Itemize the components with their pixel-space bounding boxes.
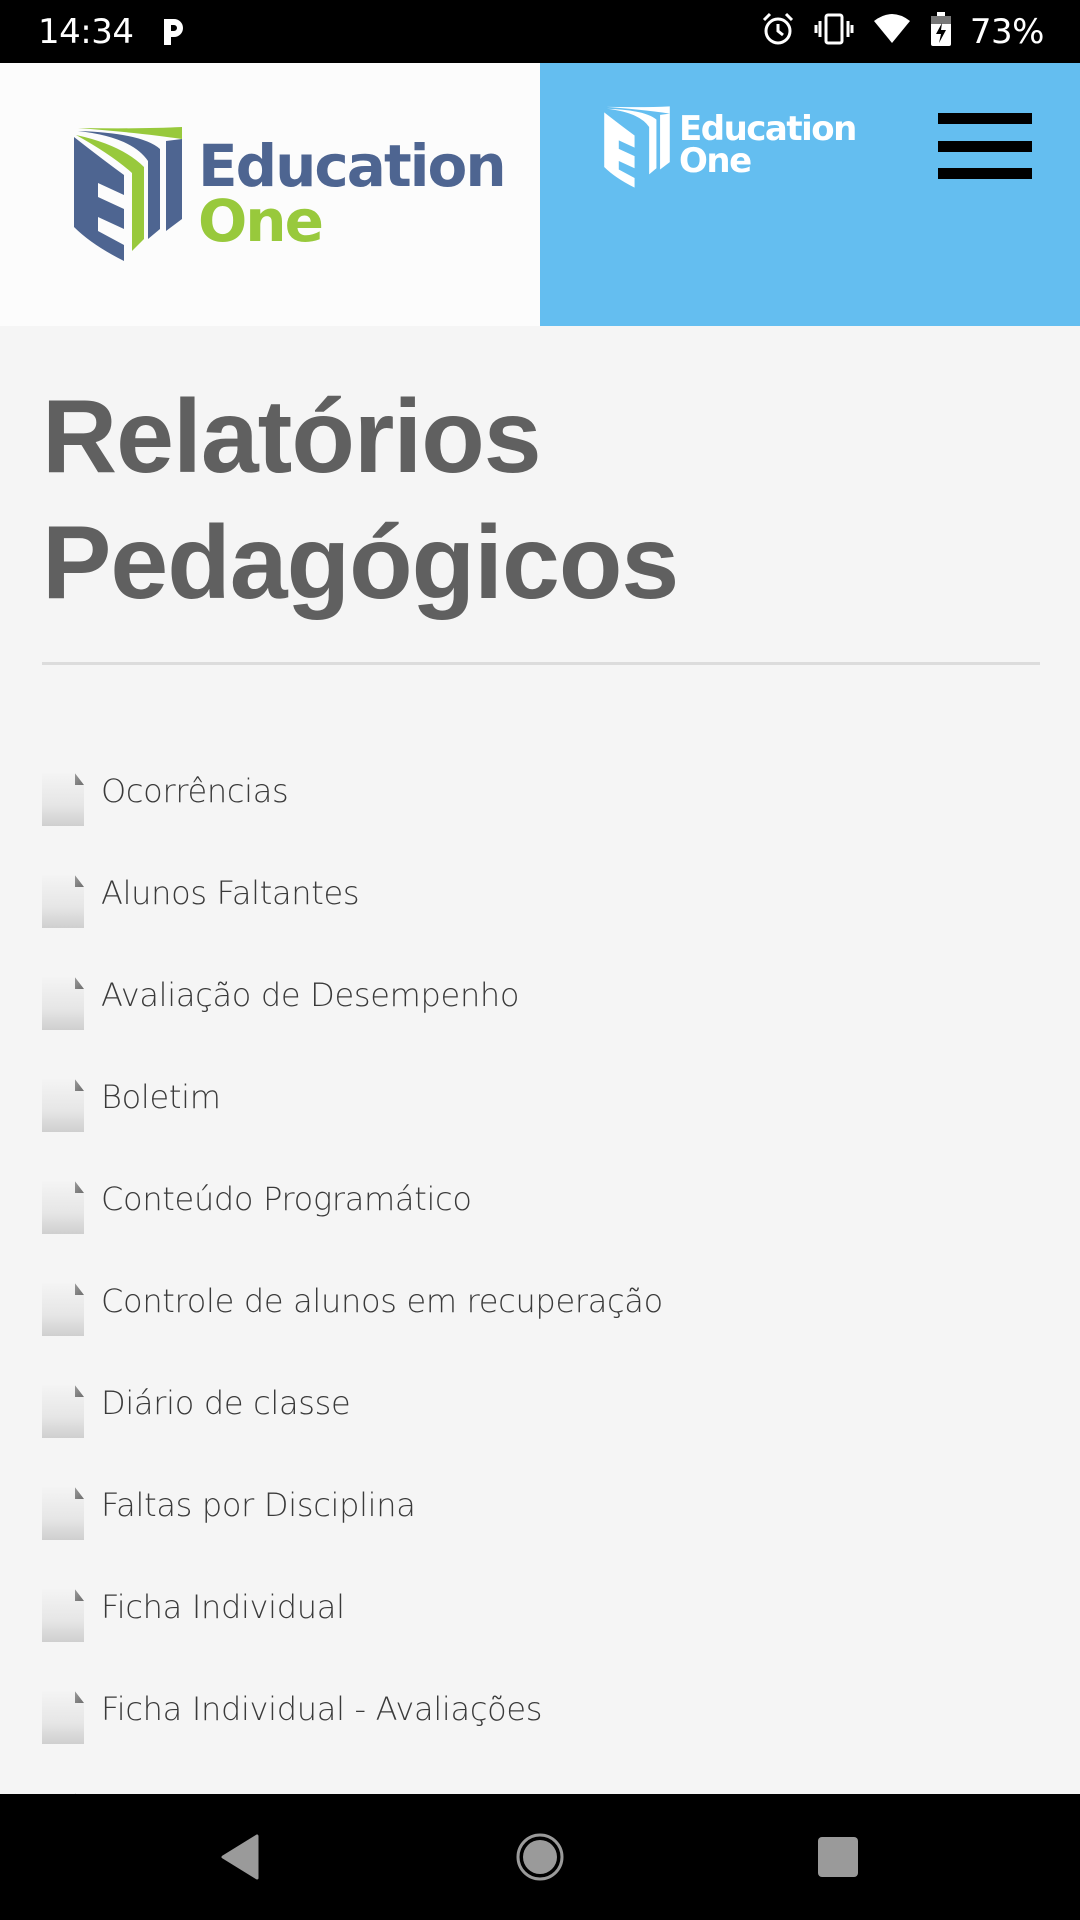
- home-icon[interactable]: [480, 1794, 600, 1920]
- header-logo-panel: Education One: [0, 63, 540, 326]
- main-content: Relatórios Pedagógicos Ocorrências Aluno…: [42, 326, 1040, 1895]
- report-label: Ocorrências: [101, 772, 289, 810]
- shield-book-logo-icon: [603, 105, 671, 194]
- logo-text-line2: One: [679, 141, 752, 182]
- header-menu-panel: Education One: [540, 63, 1080, 326]
- report-item-conteudo-programatico[interactable]: Conteúdo Programático: [42, 1180, 1040, 1283]
- logo-text-line2: One: [198, 187, 324, 256]
- site-header: Education One Education One: [0, 63, 1080, 326]
- education-one-logo[interactable]: Education One: [72, 127, 507, 266]
- hamburger-menu-icon[interactable]: [938, 113, 1032, 179]
- alarm-icon: [760, 11, 796, 52]
- parking-p-icon: [161, 17, 185, 47]
- report-label: Controle de alunos em recuperação: [101, 1282, 663, 1320]
- report-label: Alunos Faltantes: [101, 874, 360, 912]
- page-title-line2: Pedagógicos: [42, 505, 679, 621]
- education-one-logo-white[interactable]: Education One: [603, 105, 857, 194]
- recents-icon[interactable]: [778, 1794, 898, 1920]
- battery-percent: 73%: [969, 11, 1045, 52]
- document-icon: [42, 1385, 84, 1438]
- back-icon[interactable]: [180, 1794, 300, 1920]
- report-item-avaliacao-desempenho[interactable]: Avaliação de Desempenho: [42, 976, 1040, 1079]
- status-bar: 14:34 73%: [0, 0, 1080, 63]
- report-label: Conteúdo Programático: [101, 1180, 472, 1218]
- report-list: Ocorrências Alunos Faltantes Avaliação d…: [42, 772, 1040, 1895]
- report-label: Ficha Individual - Avaliações: [101, 1690, 543, 1728]
- report-label: Diário de classe: [101, 1384, 351, 1422]
- shield-book-logo-icon: [72, 127, 184, 266]
- report-item-alunos-faltantes[interactable]: Alunos Faltantes: [42, 874, 1040, 977]
- report-label: Boletim: [101, 1078, 221, 1116]
- report-item-ocorrencias[interactable]: Ocorrências: [42, 772, 1040, 875]
- document-icon: [42, 1181, 84, 1234]
- report-label: Faltas por Disciplina: [101, 1486, 416, 1524]
- report-item-ficha-individual[interactable]: Ficha Individual: [42, 1588, 1040, 1691]
- status-time: 14:34: [38, 11, 134, 52]
- document-icon: [42, 1691, 84, 1744]
- report-item-faltas-disciplina[interactable]: Faltas por Disciplina: [42, 1486, 1040, 1589]
- report-label: Ficha Individual: [101, 1588, 345, 1626]
- status-icons: 73%: [760, 11, 1045, 52]
- document-icon: [42, 1487, 84, 1540]
- document-icon: [42, 1589, 84, 1642]
- title-divider: [42, 662, 1040, 665]
- page-title-line1: Relatórios: [42, 379, 542, 495]
- report-item-ficha-individual-avaliacoes[interactable]: Ficha Individual - Avaliações: [42, 1690, 1040, 1793]
- report-label: Avaliação de Desempenho: [101, 976, 520, 1014]
- report-item-diario-classe[interactable]: Diário de classe: [42, 1384, 1040, 1487]
- report-item-controle-recuperacao[interactable]: Controle de alunos em recuperação: [42, 1282, 1040, 1385]
- document-icon: [42, 977, 84, 1030]
- system-nav-bar: [0, 1794, 1080, 1920]
- vibrate-icon: [814, 11, 854, 52]
- wifi-icon: [872, 13, 912, 50]
- page-title: Relatórios Pedagógicos: [42, 374, 1040, 626]
- document-icon: [42, 1079, 84, 1132]
- battery-charging-icon: [930, 11, 952, 52]
- logo-text-line1: Education: [198, 132, 507, 200]
- document-icon: [42, 773, 84, 826]
- document-icon: [42, 875, 84, 928]
- report-item-boletim[interactable]: Boletim: [42, 1078, 1040, 1181]
- document-icon: [42, 1283, 84, 1336]
